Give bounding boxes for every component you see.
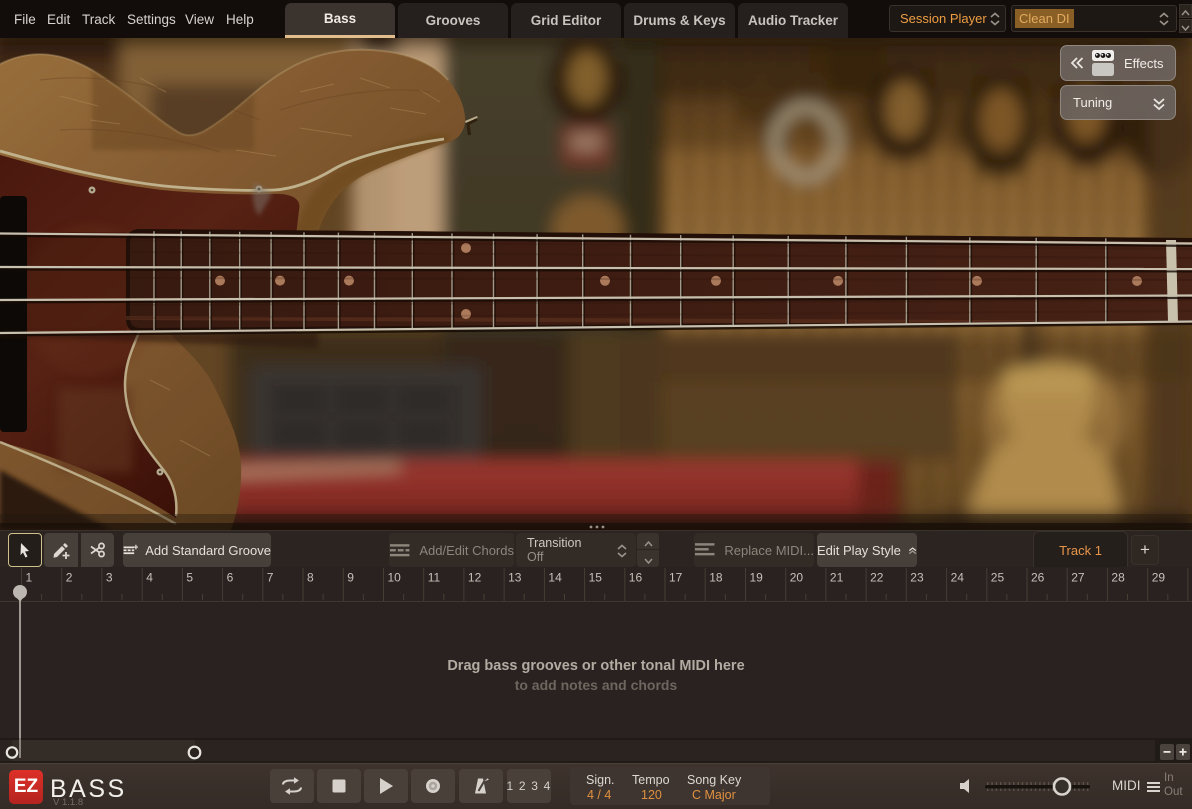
svg-text:5: 5 [186, 571, 193, 585]
svg-text:13: 13 [508, 571, 522, 585]
svg-text:17: 17 [669, 571, 683, 585]
svg-text:7: 7 [267, 571, 274, 585]
svg-text:23: 23 [910, 571, 924, 585]
svg-text:4: 4 [146, 571, 153, 585]
svg-text:22: 22 [870, 571, 884, 585]
svg-text:29: 29 [1152, 571, 1166, 585]
svg-text:25: 25 [991, 571, 1005, 585]
svg-text:11: 11 [428, 571, 441, 585]
svg-text:8: 8 [307, 571, 314, 585]
svg-text:15: 15 [589, 571, 603, 585]
svg-text:12: 12 [468, 571, 482, 585]
svg-text:27: 27 [1071, 571, 1085, 585]
svg-text:3: 3 [106, 571, 113, 585]
svg-text:1: 1 [26, 571, 33, 585]
svg-text:2: 2 [66, 571, 73, 585]
svg-text:19: 19 [750, 571, 764, 585]
svg-text:26: 26 [1031, 571, 1045, 585]
svg-text:to add notes and chords: to add notes and chords [515, 677, 678, 693]
svg-text:14: 14 [548, 571, 562, 585]
svg-text:18: 18 [709, 571, 723, 585]
svg-text:20: 20 [790, 571, 804, 585]
svg-text:16: 16 [629, 571, 643, 585]
svg-text:6: 6 [227, 571, 234, 585]
svg-text:10: 10 [388, 571, 402, 585]
svg-text:28: 28 [1111, 571, 1125, 585]
svg-text:24: 24 [951, 571, 965, 585]
svg-text:9: 9 [347, 571, 354, 585]
svg-text:Drag bass grooves or other ton: Drag bass grooves or other tonal MIDI he… [447, 658, 744, 674]
svg-text:21: 21 [830, 571, 844, 585]
